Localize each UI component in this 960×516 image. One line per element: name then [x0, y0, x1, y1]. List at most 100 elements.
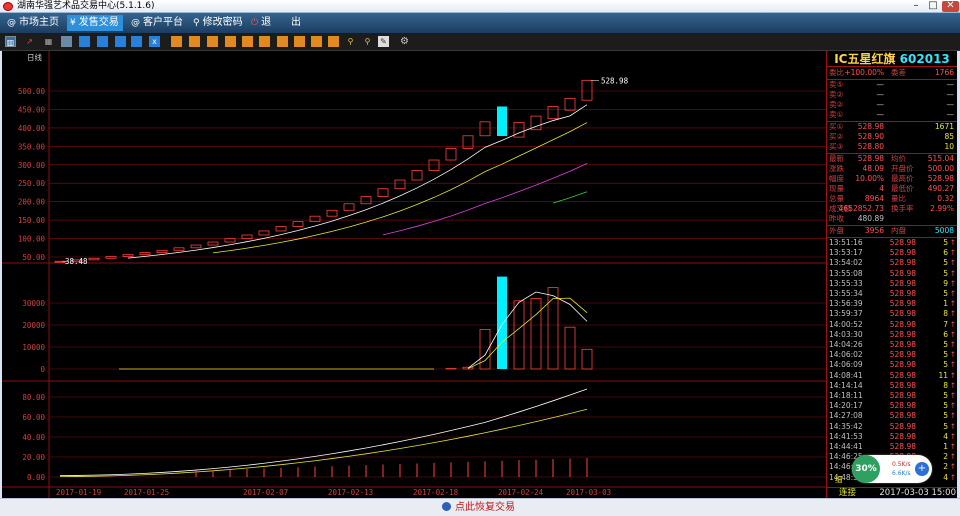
date-tick-label: 2017-02-24	[498, 488, 544, 497]
tool-icon[interactable]	[207, 36, 218, 47]
window-title: 湖南华强艺术品交易中心(5.1.1.6)	[17, 1, 155, 11]
detail-tab[interactable]: 细	[835, 475, 843, 485]
plus-icon[interactable]: +	[915, 462, 929, 476]
cell: 528.98	[889, 370, 916, 380]
tick-row: 14:41:53 528.98 4 ↑	[827, 432, 957, 442]
date-tick-label: 2017-02-13	[328, 488, 373, 497]
title-bar: 湖南华强艺术品交易中心(5.1.1.6) – □ ✕	[0, 0, 960, 13]
cell: —	[876, 80, 885, 89]
line-chart-icon[interactable]: ↗	[24, 36, 35, 47]
toolbar: ▥ ↗ ▦ x ⚲ ⚲ ✎ ⚙	[0, 33, 960, 51]
cell: 内盘	[891, 226, 906, 235]
tool-icon[interactable]	[189, 36, 200, 47]
cell: ↑	[949, 370, 956, 380]
cell: 528.98	[889, 289, 916, 298]
tick-row: 13:55:34 528.98 5 ↑	[827, 289, 957, 299]
menu-change-password[interactable]: ⚲ 修改密码	[190, 15, 246, 31]
restore-trading-link[interactable]: 点此恢复交易	[442, 501, 515, 514]
y-tick-label: 450.00	[18, 105, 46, 114]
tick-row: 13:51:16 528.98 5 ↑	[827, 238, 957, 248]
menu-exit[interactable]: ⏻ 退	[248, 15, 272, 31]
cell: 528.98	[889, 238, 916, 247]
tool-icon[interactable]	[277, 36, 288, 47]
indicator-line-2	[59, 408, 588, 477]
zoom-in-icon[interactable]: ⚲	[345, 36, 356, 47]
cell: 5008	[934, 226, 954, 235]
tick-row: 14:20:17 528.98 5 ↑	[827, 401, 957, 411]
volume-tick-label: 20000	[22, 321, 45, 330]
tool-icon[interactable]	[242, 36, 253, 47]
cell: 5	[943, 258, 948, 268]
tool-icon[interactable]	[259, 36, 270, 47]
candle	[513, 121, 525, 138]
candle	[497, 106, 507, 137]
tool-icon[interactable]	[131, 36, 142, 47]
cell: ↑	[949, 380, 956, 390]
table-icon[interactable]	[61, 36, 72, 47]
y-tick-label: 100.00	[18, 235, 46, 244]
cell: —	[876, 100, 885, 109]
cell: 卖⑤	[829, 80, 844, 89]
maximize-button[interactable]: □	[925, 1, 941, 12]
cell: 528.90	[857, 132, 884, 141]
cell: 涨跌	[829, 164, 844, 173]
cell: 卖②	[829, 90, 844, 99]
connection-status: 连接	[839, 488, 857, 498]
status-bar: 点此恢复交易	[0, 498, 960, 516]
tool-icon[interactable]	[328, 36, 339, 47]
cell: 现量	[829, 184, 844, 193]
cell: 11	[938, 370, 948, 380]
tick-row: 13:54:02 528.98 5 ↑	[827, 258, 957, 268]
pen-icon[interactable]: ✎	[378, 36, 389, 47]
cell: ↑	[949, 238, 956, 247]
tool-icon[interactable]	[97, 36, 108, 47]
network-speed-widget[interactable]: 30% 0.5K/s 6.6K/s +	[852, 455, 932, 483]
zoom-out-icon[interactable]: ⚲	[362, 36, 373, 47]
cell: 7	[943, 319, 948, 329]
x-icon[interactable]: x	[149, 36, 160, 47]
cell: ↑	[949, 248, 956, 258]
cell: 6	[943, 248, 948, 258]
cell: ↑	[949, 462, 956, 472]
tool-icon[interactable]	[79, 36, 90, 47]
cell: —	[876, 110, 885, 119]
cell: +100.00%	[844, 68, 884, 77]
tool-icon[interactable]	[115, 36, 126, 47]
bar-chart-icon[interactable]: ▥	[5, 36, 16, 47]
cell: 0.32	[937, 194, 954, 203]
cell: 10.00%	[855, 174, 884, 183]
cell: 1766	[934, 68, 954, 77]
gear-icon[interactable]: ⚙	[399, 36, 410, 47]
minimize-button[interactable]: –	[908, 1, 924, 12]
menu-market-home[interactable]: @ 市场主页	[4, 15, 64, 31]
cell: 13:55:33	[829, 278, 863, 288]
tool-icon[interactable]	[225, 36, 236, 47]
cell: 4	[943, 431, 948, 441]
cell: 开盘价	[891, 164, 914, 173]
volume-bar	[513, 300, 525, 370]
cell: ↑	[949, 401, 956, 411]
cell: ↑	[949, 442, 956, 451]
cell: 14:04:26	[829, 340, 863, 349]
close-button[interactable]: ✕	[942, 1, 959, 12]
cell: ↑	[949, 329, 956, 339]
y-tick-label: 350.00	[18, 142, 46, 151]
tool-icon[interactable]	[311, 36, 322, 47]
tool-icon[interactable]	[171, 36, 182, 47]
cell: 14:00:52	[829, 319, 863, 329]
menu-client-platform[interactable]: @ 客户平台	[128, 15, 186, 31]
cell: 13:56:39	[829, 299, 863, 309]
menu-label: 发售交易	[78, 17, 119, 28]
menu-trade[interactable]: ¥ 发售交易	[67, 15, 123, 31]
menu-exit-2[interactable]: 出	[288, 15, 304, 31]
cell: 14:41:53	[829, 431, 863, 441]
calc-icon[interactable]: ▦	[43, 36, 54, 47]
tool-icon[interactable]	[294, 36, 305, 47]
candle	[343, 203, 355, 211]
kline-chart-area[interactable]: 日线 500.00 450.00 400.00 350.00 300.00 250.00 20…	[2, 51, 826, 498]
candle	[190, 244, 202, 249]
cell: 528.98	[889, 340, 916, 349]
bid-ask-ratio-row: 委比 +100.00% 委差 1766	[827, 68, 957, 78]
cell: 10	[944, 142, 954, 151]
candle	[547, 106, 559, 120]
